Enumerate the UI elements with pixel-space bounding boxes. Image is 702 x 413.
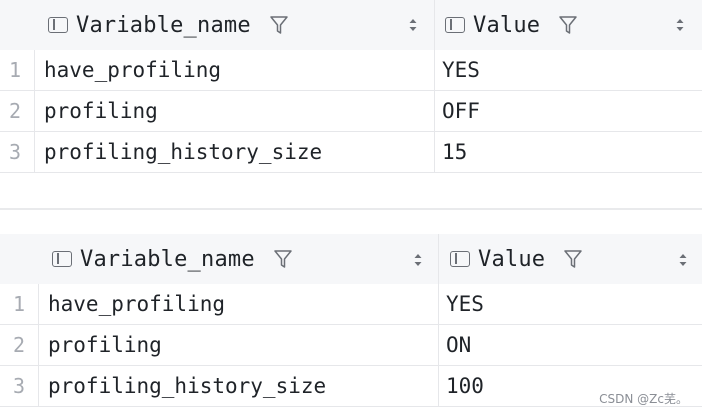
row-number-separator <box>38 284 39 324</box>
column-icon <box>445 17 465 33</box>
filter-icon[interactable] <box>563 248 583 270</box>
cell-variable-name[interactable]: have_profiling <box>48 284 225 324</box>
row-number-separator <box>34 91 35 131</box>
column-icon <box>52 251 72 267</box>
cell-value[interactable]: 100 <box>446 366 484 406</box>
sort-icon[interactable] <box>678 252 688 268</box>
row-number: 3 <box>12 374 26 398</box>
cell-separator <box>438 325 439 365</box>
column-header-label: Variable_name <box>76 12 251 38</box>
grid-header: Variable_name Value <box>0 234 702 284</box>
sort-icon[interactable] <box>675 17 685 33</box>
cell-value[interactable]: 15 <box>442 132 467 172</box>
column-header-label: Value <box>473 12 541 38</box>
column-header-variable-name[interactable]: Variable_name <box>52 234 293 284</box>
result-sheet: Variable_name Value 1 have_profiling YES… <box>0 0 702 413</box>
table-row[interactable]: 1 have_profiling YES <box>0 284 702 325</box>
cell-separator <box>438 366 439 406</box>
table-row[interactable]: 3 profiling_history_size 100 <box>0 366 702 407</box>
column-icon <box>450 251 470 267</box>
table-row[interactable]: 3 profiling_history_size 15 <box>0 132 702 173</box>
cell-separator <box>434 50 435 90</box>
filter-icon[interactable] <box>269 14 289 36</box>
watermark: CSDN @Zc芜。 <box>599 392 688 406</box>
row-number-separator <box>38 325 39 365</box>
column-header-label: Variable_name <box>80 246 255 272</box>
cell-variable-name[interactable]: profiling <box>48 325 162 365</box>
row-number-separator <box>34 50 35 90</box>
cell-value[interactable]: YES <box>446 284 484 324</box>
column-header-variable-name[interactable]: Variable_name <box>48 0 289 50</box>
cell-value[interactable]: ON <box>446 325 471 365</box>
row-number-separator <box>38 366 39 406</box>
filter-icon[interactable] <box>558 14 578 36</box>
cell-variable-name[interactable]: profiling_history_size <box>48 366 326 406</box>
cell-variable-name[interactable]: profiling_history_size <box>44 132 322 172</box>
column-header-value[interactable]: Value <box>450 234 583 284</box>
cell-value[interactable]: OFF <box>442 91 480 131</box>
result-grid-1: Variable_name Value 1 have_profiling YES… <box>0 0 702 173</box>
divider <box>0 208 702 210</box>
row-number: 1 <box>8 58 22 82</box>
row-number: 3 <box>8 140 22 164</box>
row-number: 1 <box>12 292 26 316</box>
cell-value[interactable]: YES <box>442 50 480 90</box>
cell-variable-name[interactable]: profiling <box>44 91 158 131</box>
filter-icon[interactable] <box>273 248 293 270</box>
cell-variable-name[interactable]: have_profiling <box>44 50 221 90</box>
row-number-separator <box>34 132 35 172</box>
column-header-value[interactable]: Value <box>445 0 578 50</box>
sort-icon[interactable] <box>413 252 423 268</box>
cell-separator <box>438 284 439 324</box>
grid-header: Variable_name Value <box>0 0 702 50</box>
sort-icon[interactable] <box>408 17 418 33</box>
column-separator[interactable] <box>434 0 435 50</box>
row-number: 2 <box>8 99 22 123</box>
cell-separator <box>434 91 435 131</box>
result-grid-2: Variable_name Value 1 have_profiling YES… <box>0 234 702 407</box>
row-number: 2 <box>12 333 26 357</box>
table-row[interactable]: 1 have_profiling YES <box>0 50 702 91</box>
column-icon <box>48 17 68 33</box>
table-row[interactable]: 2 profiling ON <box>0 325 702 366</box>
column-separator[interactable] <box>438 234 439 284</box>
table-row[interactable]: 2 profiling OFF <box>0 91 702 132</box>
column-header-label: Value <box>478 246 546 272</box>
cell-separator <box>434 132 435 172</box>
